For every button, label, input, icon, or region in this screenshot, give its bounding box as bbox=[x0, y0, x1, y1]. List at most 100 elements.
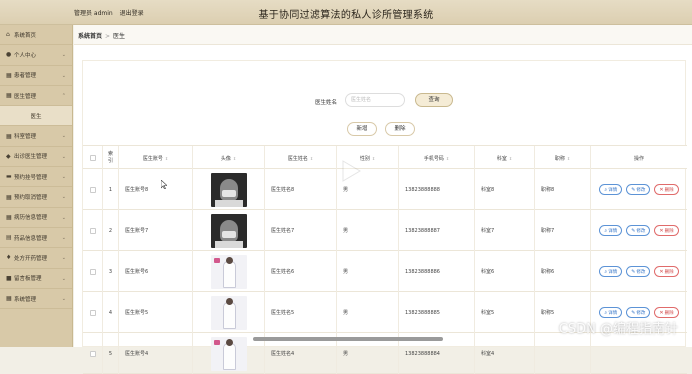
sort-icon: ⇕ bbox=[164, 155, 169, 161]
row-photo-cell bbox=[193, 251, 265, 292]
col-index: 索引 bbox=[103, 146, 119, 170]
sidebar-item-cancellations[interactable]: ▦ 预约取消管理 ⌄ bbox=[0, 187, 72, 208]
edit-button[interactable]: ✎ 修改 bbox=[626, 225, 651, 236]
batch-delete-button[interactable]: 删除 bbox=[385, 122, 415, 136]
row-dept: 科室4 bbox=[475, 333, 535, 374]
close-icon: ✕ bbox=[659, 186, 664, 193]
sidebar-item-label: 预约取消管理 bbox=[14, 195, 48, 202]
horizontal-scrollbar[interactable] bbox=[253, 337, 443, 341]
col-dept[interactable]: 科室 ⇕ bbox=[475, 146, 535, 170]
search-button[interactable]: 查询 bbox=[415, 93, 453, 107]
breadcrumb-separator: > bbox=[105, 33, 111, 40]
detail-button[interactable]: ⌕ 详情 bbox=[599, 184, 623, 195]
chevron-down-icon: ⌄ bbox=[61, 133, 66, 140]
row-gender: 男 bbox=[337, 251, 399, 292]
sort-icon: ⇕ bbox=[371, 155, 376, 161]
delete-button[interactable]: ✕ 删除 bbox=[654, 225, 679, 236]
sidebar-item-medicines[interactable]: ▤ 药品信息管理 ⌄ bbox=[0, 228, 72, 249]
col-label: 手机号码 bbox=[423, 155, 444, 162]
row-checkbox[interactable] bbox=[89, 227, 96, 234]
sidebar-item-profile[interactable]: ● 个人中心 ⌄ bbox=[0, 45, 72, 66]
edit-label: 修改 bbox=[636, 269, 646, 275]
row-doctor-no: 医生账号8 bbox=[119, 169, 193, 210]
doctor-name-search-input[interactable]: 医生姓名 bbox=[345, 93, 405, 107]
col-label: 头像 bbox=[220, 155, 231, 162]
row-index: 5 bbox=[103, 333, 119, 374]
chevron-down-icon: ⌄ bbox=[61, 174, 66, 181]
row-name: 医生姓名7 bbox=[265, 210, 337, 251]
col-label: 医生姓名 bbox=[287, 155, 308, 162]
delete-button[interactable]: ✕ 删除 bbox=[654, 307, 679, 318]
delete-label: 删除 bbox=[664, 187, 674, 193]
sidebar-item-label: 医生管理 bbox=[14, 93, 37, 100]
close-icon: ✕ bbox=[659, 268, 664, 275]
row-dept: 科室7 bbox=[475, 210, 535, 251]
mouse-cursor-icon bbox=[161, 180, 167, 189]
search-label: 医生姓名 bbox=[315, 100, 338, 106]
card-icon: ▬ bbox=[6, 173, 12, 181]
sidebar-item-records[interactable]: ▦ 病历信息管理 ⌄ bbox=[0, 208, 72, 228]
row-name: 医生姓名6 bbox=[265, 251, 337, 292]
detail-button[interactable]: ⌕ 详情 bbox=[599, 307, 623, 318]
sidebar-item-visiting-doctors[interactable]: ◆ 出诊医生管理 ⌄ bbox=[0, 147, 72, 168]
detail-label: 详情 bbox=[608, 310, 618, 316]
edit-button[interactable]: ✎ 修改 bbox=[626, 266, 651, 277]
sidebar: ⌂ 系统首页 ● 个人中心 ⌄ ▦ 患者管理 ⌄ ▦ 医生管理 ⌃ 医生 ▦ 科室管理 ⌄ ◆ 出诊… bbox=[0, 25, 73, 347]
doctor-avatar bbox=[210, 172, 247, 207]
detail-label: 详情 bbox=[608, 228, 618, 234]
search-icon: ⌕ bbox=[604, 227, 608, 234]
col-photo[interactable]: 头像 ⇕ bbox=[193, 146, 265, 170]
edit-button[interactable]: ✎ 修改 bbox=[626, 307, 651, 318]
watermark: CSDN @编程指南针 bbox=[558, 322, 678, 337]
chevron-down-icon: ⌄ bbox=[61, 194, 66, 201]
col-phone[interactable]: 手机号码 ⇕ bbox=[399, 146, 475, 170]
sidebar-item-label: 系统管理 bbox=[14, 296, 37, 303]
delete-button[interactable]: ✕ 删除 bbox=[654, 266, 679, 277]
row-photo-cell bbox=[193, 210, 265, 251]
add-button[interactable]: 新增 bbox=[347, 122, 377, 136]
sort-icon: ⇕ bbox=[232, 155, 237, 161]
chevron-down-icon: ⌄ bbox=[61, 234, 66, 241]
delete-label: 删除 bbox=[664, 228, 674, 234]
sidebar-item-departments[interactable]: ▦ 科室管理 ⌄ bbox=[0, 126, 72, 147]
pin-icon: ♦ bbox=[6, 254, 12, 262]
app-title: 基于协同过滤算法的私人诊所管理系统 bbox=[258, 10, 434, 21]
breadcrumb-home[interactable]: 系统首页 bbox=[78, 33, 102, 40]
user-icon: ● bbox=[6, 51, 12, 59]
row-phone: 13823888888 bbox=[399, 169, 475, 210]
col-doctor-no[interactable]: 医生账号 ⇕ bbox=[119, 146, 193, 170]
col-label: 科室 bbox=[496, 155, 507, 162]
sidebar-subitem-doctor[interactable]: 医生 bbox=[0, 106, 72, 127]
row-checkbox[interactable] bbox=[89, 186, 96, 193]
grid-icon: ▦ bbox=[6, 213, 12, 221]
chevron-down-icon: ⌄ bbox=[61, 72, 66, 79]
sidebar-item-doctors[interactable]: ▦ 医生管理 ⌃ bbox=[0, 86, 72, 107]
delete-button[interactable]: ✕ 删除 bbox=[654, 184, 679, 195]
sidebar-item-system[interactable]: ▦ 系统管理 ⌄ bbox=[0, 289, 72, 310]
col-title[interactable]: 职称 ⇕ bbox=[535, 146, 591, 170]
row-checkbox[interactable] bbox=[89, 350, 96, 357]
edit-button[interactable]: ✎ 修改 bbox=[626, 184, 651, 195]
sidebar-item-patients[interactable]: ▦ 患者管理 ⌄ bbox=[0, 66, 72, 86]
search-icon: ⌕ bbox=[604, 268, 608, 275]
play-icon bbox=[342, 160, 361, 182]
detail-button[interactable]: ⌕ 详情 bbox=[599, 266, 623, 277]
sidebar-item-prescriptions[interactable]: ♦ 处方开药管理 ⌄ bbox=[0, 248, 72, 269]
row-checkbox[interactable] bbox=[89, 268, 96, 275]
grid-icon: ▦ bbox=[6, 132, 12, 140]
row-select-cell bbox=[83, 292, 103, 333]
chevron-down-icon: ⌄ bbox=[61, 214, 66, 221]
col-name[interactable]: 医生姓名 ⇕ bbox=[265, 146, 337, 170]
top-header: 管理员 admin 退出登录 基于协同过滤算法的私人诊所管理系统 bbox=[0, 0, 692, 25]
row-dept: 科室8 bbox=[475, 169, 535, 210]
sidebar-item-messages[interactable]: ■ 留言板管理 ⌄ bbox=[0, 269, 72, 289]
row-checkbox[interactable] bbox=[89, 309, 96, 316]
sidebar-item-home[interactable]: ⌂ 系统首页 bbox=[0, 25, 72, 46]
select-all-checkbox[interactable] bbox=[89, 155, 96, 161]
sort-icon: ⇕ bbox=[445, 155, 450, 161]
sidebar-item-appointments[interactable]: ▬ 预约挂号管理 ⌄ bbox=[0, 167, 72, 188]
row-index: 2 bbox=[103, 210, 119, 251]
doc-icon: ▤ bbox=[6, 234, 12, 242]
row-dept: 科室6 bbox=[475, 251, 535, 292]
detail-button[interactable]: ⌕ 详情 bbox=[599, 225, 623, 236]
